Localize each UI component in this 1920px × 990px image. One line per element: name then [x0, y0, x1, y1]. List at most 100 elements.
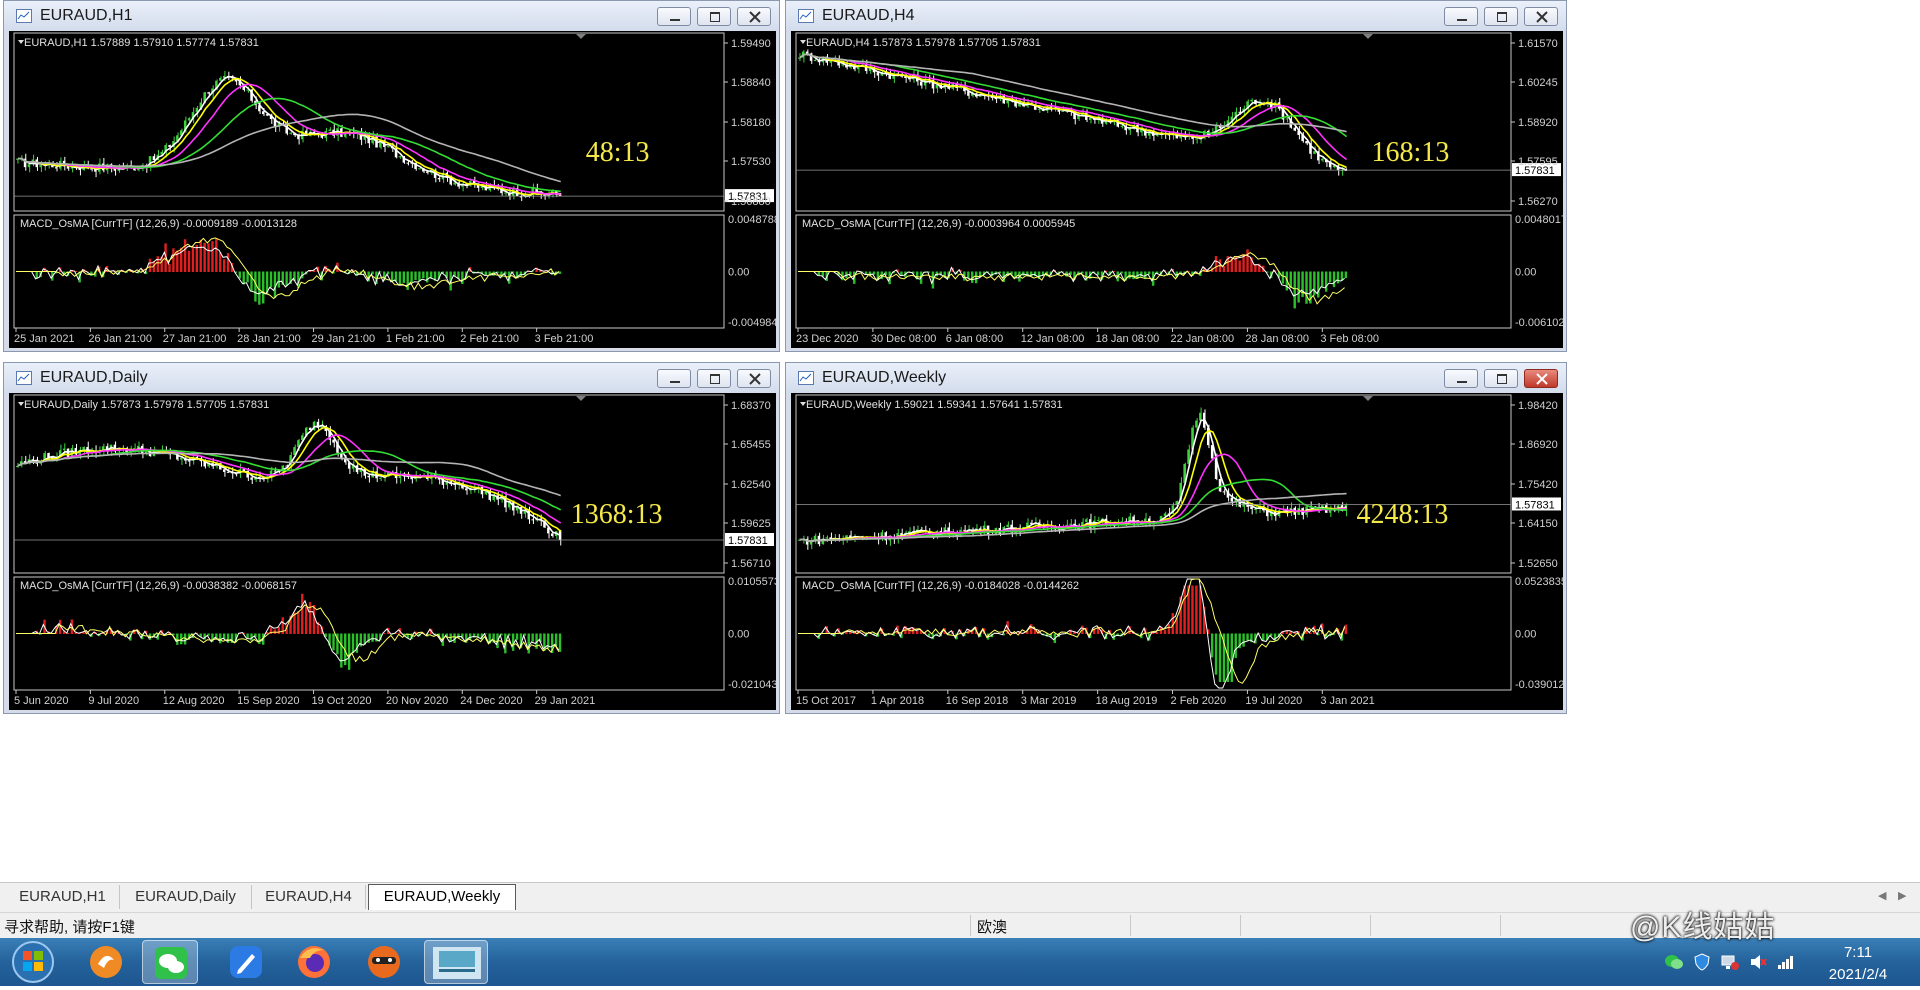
macd-bar [845, 631, 848, 634]
macd-bar [1234, 633, 1237, 658]
close-button[interactable] [1524, 369, 1558, 388]
macd-bar [246, 633, 249, 639]
macd-bar [484, 271, 488, 276]
chart-window-h4[interactable]: EURAUD,H4 1.57831 EURAUD,H4 1.57873 1.579… [785, 0, 1567, 352]
price-chart-h4[interactable]: 1.57831EURAUD,H4 1.57873 1.57978 1.57705… [791, 31, 1563, 348]
macd-axis-label: 0.00 [1515, 267, 1536, 279]
macd-bar [176, 633, 179, 645]
wechat-tray-icon[interactable] [1664, 952, 1684, 972]
price-chart-daily[interactable]: 1.57831 EURAUD,Daily 1.57873 1.57978 1.57… [9, 393, 776, 710]
minimize-button[interactable] [1444, 369, 1478, 388]
time-axis-label: 2 Feb 2020 [1171, 695, 1227, 707]
macd-bar [429, 271, 433, 279]
tab-euraud-h1[interactable]: EURAUD,H1 [6, 885, 120, 909]
macd-indicator-label: MACD_OsMA [CurrTF] (12,26,9) -0.0038382 … [20, 580, 297, 592]
candle-body [841, 64, 844, 66]
macd-bar [422, 271, 425, 279]
shield-tray-icon[interactable] [1692, 952, 1712, 972]
macd-bar [1167, 624, 1171, 634]
pen-app-icon[interactable] [218, 940, 274, 984]
candle-body [219, 77, 222, 81]
macd-axis-label: 0.00 [1515, 629, 1536, 641]
clock-time[interactable]: 7:11 [1828, 944, 1888, 961]
candle-body [1218, 479, 1222, 492]
chart-window-daily[interactable]: EURAUD,Daily 1.57831 EURAUD,Daily 1.57873… [3, 362, 780, 714]
signal-tray-icon[interactable] [1776, 952, 1796, 972]
price-axis-label: 1.58180 [731, 117, 771, 129]
network-tray-icon[interactable] [1720, 952, 1740, 972]
clock-date[interactable]: 2021/2/4 [1818, 966, 1898, 983]
macd-bar [1218, 633, 1222, 682]
wechat-icon[interactable] [142, 940, 198, 984]
minimize-button[interactable] [657, 369, 691, 388]
macd-bar [1128, 271, 1131, 279]
chart-info-label: EURAUD,Daily 1.57873 1.57978 1.57705 1.5… [24, 399, 269, 411]
macd-bar [1242, 633, 1245, 647]
minimize-button[interactable] [657, 7, 691, 26]
price-chart-weekly[interactable]: 1.57831 EURAUD,Weekly 1.59021 1.59341 1.5… [791, 393, 1563, 710]
close-button[interactable] [737, 7, 771, 26]
chart-window-h1[interactable]: EURAUD,H1 1.57831 EURAUD,H1 1.57889 1.579… [3, 0, 780, 352]
chart-window-icon [16, 371, 32, 385]
time-axis-label: 9 Jul 2020 [88, 695, 139, 707]
volume-muted-icon[interactable] [1748, 952, 1768, 972]
window-title-bar[interactable]: EURAUD,H4 [786, 1, 1566, 31]
candle-body [1120, 125, 1123, 127]
candle-body [55, 167, 58, 169]
minimize-button[interactable] [1444, 7, 1478, 26]
candle-body [1199, 412, 1202, 421]
macd-bar [900, 271, 903, 276]
tab-scroll-right-icon[interactable]: ▶ [1898, 889, 1906, 902]
tab-scroll-left-icon[interactable]: ◀ [1878, 889, 1886, 902]
tab-euraud-daily[interactable]: EURAUD,Daily [120, 885, 252, 909]
macd-bar [301, 593, 304, 634]
macd-bar [219, 252, 222, 272]
close-button[interactable] [1524, 7, 1558, 26]
macd-bar [527, 633, 530, 654]
chart-window-icon [798, 371, 814, 385]
macd-bar [1321, 271, 1324, 288]
candle-body [66, 166, 70, 169]
candle-body [963, 529, 966, 531]
candle-body [1293, 127, 1296, 131]
firefox-icon[interactable] [286, 940, 342, 984]
price-axis-label: 1.56880 [731, 196, 771, 208]
maximize-button[interactable] [697, 369, 731, 388]
macd-bar [1336, 271, 1340, 284]
maximize-button[interactable] [1484, 369, 1518, 388]
chart-window-weekly[interactable]: EURAUD,Weekly 1.57831 EURAUD,Weekly 1.590… [785, 362, 1567, 714]
macd-bar [226, 252, 230, 272]
candle-body [90, 168, 93, 170]
candle-body [519, 196, 523, 198]
close-button[interactable] [737, 369, 771, 388]
tab-euraud-h4[interactable]: EURAUD,H4 [252, 885, 366, 909]
raccoon-app-icon[interactable] [356, 940, 412, 984]
candle-body [465, 488, 468, 491]
time-axis-label: 19 Jul 2020 [1245, 695, 1302, 707]
price-chart-h1[interactable]: 1.57831EURAUD,H1 1.57889 1.57910 1.57774… [9, 31, 776, 348]
mt4-terminal-icon[interactable] [424, 940, 488, 984]
macd-axis-label: 0.0048017 [1515, 214, 1563, 226]
macd-bar [215, 238, 218, 272]
window-title-bar[interactable]: EURAUD,Weekly [786, 363, 1566, 393]
maximize-button[interactable] [1484, 7, 1518, 26]
price-axis-label: 1.75420 [1518, 479, 1558, 491]
time-axis-label: 29 Jan 21:00 [312, 333, 376, 345]
app-orange-icon[interactable] [78, 940, 134, 984]
tab-euraud-weekly[interactable]: EURAUD,Weekly [368, 884, 516, 910]
candle-body [367, 475, 370, 478]
time-axis-label: 27 Jan 21:00 [163, 333, 227, 345]
time-axis-label: 28 Jan 08:00 [1245, 333, 1309, 345]
window-title-bar[interactable]: EURAUD,H1 [4, 1, 779, 31]
macd-bar [1246, 633, 1249, 641]
price-axis-label: 1.58840 [731, 77, 771, 89]
start-orb-icon[interactable] [10, 939, 56, 985]
candle-body [332, 439, 335, 443]
maximize-button[interactable] [697, 7, 731, 26]
status-profile: 欧澳 [977, 919, 1008, 936]
macd-bar [148, 258, 152, 272]
window-title-bar[interactable]: EURAUD,Daily [4, 363, 779, 393]
candle-body [406, 162, 409, 164]
price-axis-label: 1.61570 [1518, 38, 1558, 50]
macd-bar [312, 604, 316, 634]
